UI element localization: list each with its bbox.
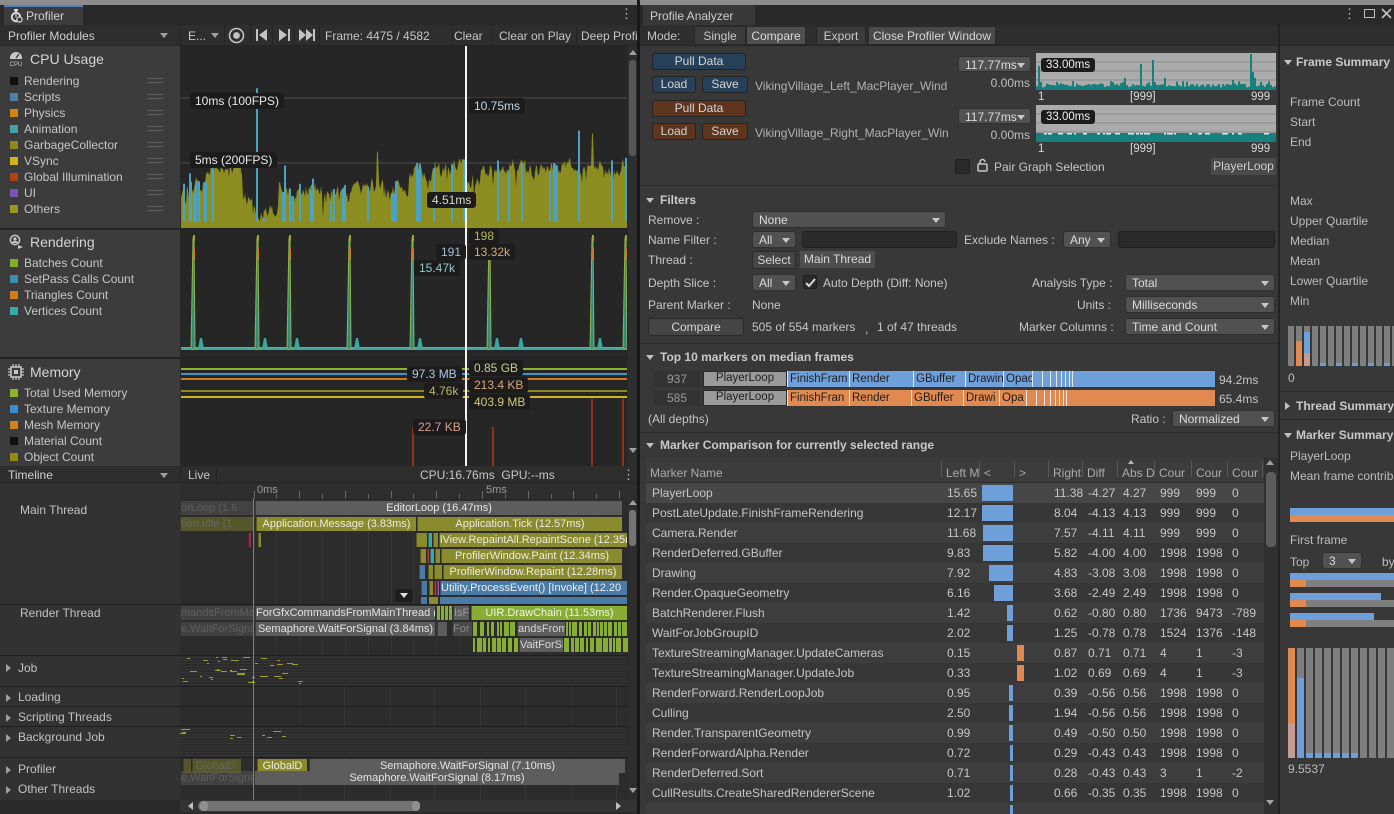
svg-text:CPU: CPU: [10, 62, 23, 67]
